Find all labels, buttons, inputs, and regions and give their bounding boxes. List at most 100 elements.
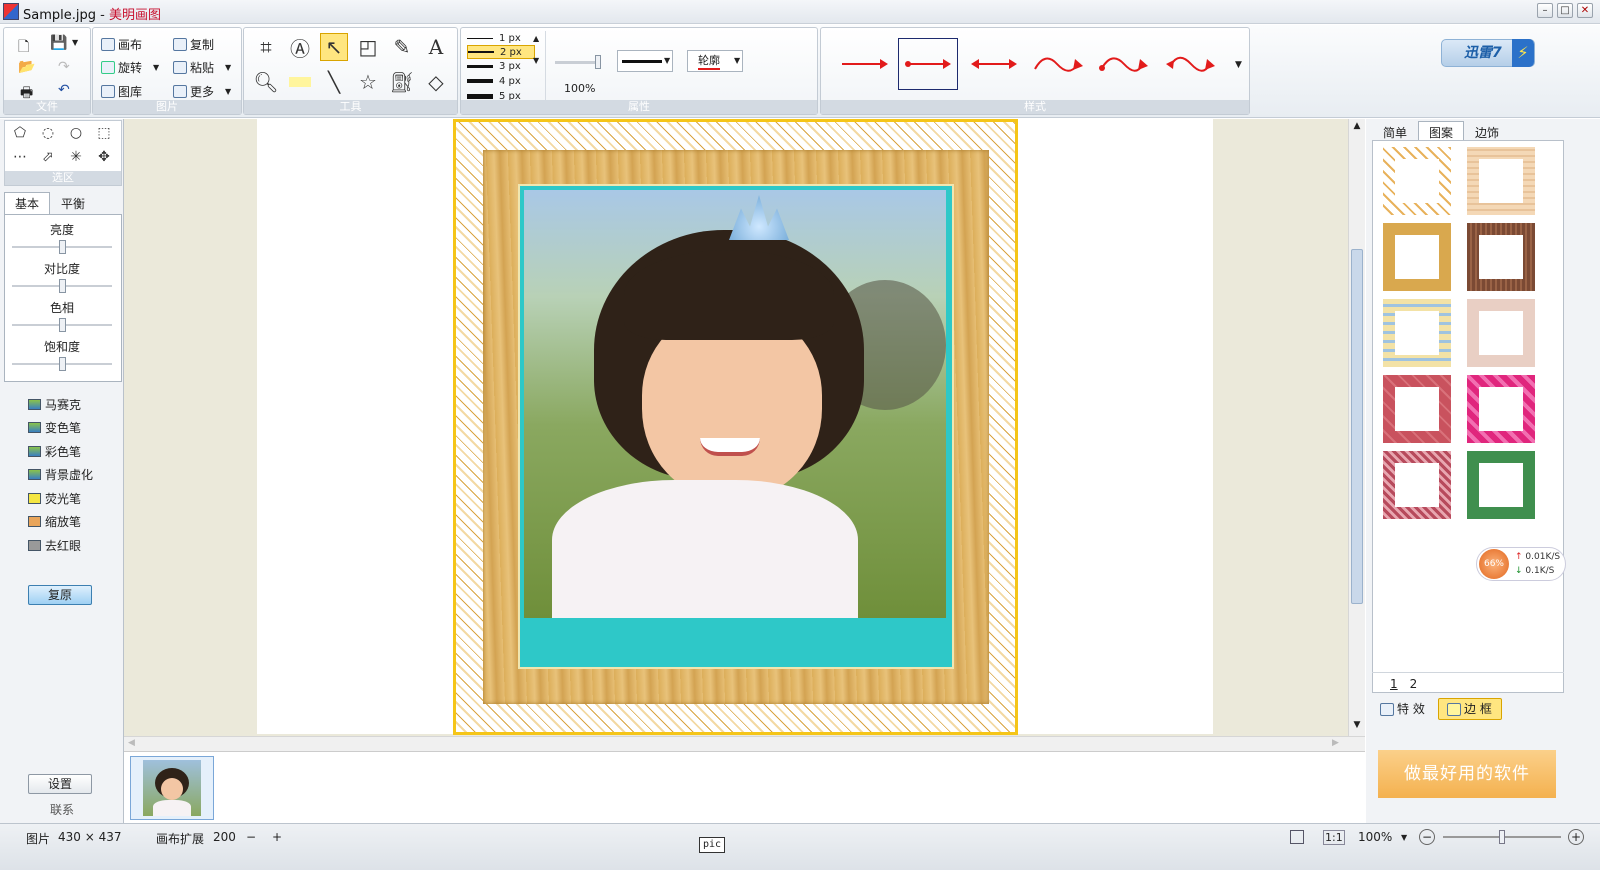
saturation-slider[interactable] [12,357,112,371]
move-icon[interactable]: ✥ [93,149,115,169]
effect-color-pen[interactable]: 彩色笔 [28,443,81,460]
frame-option-8[interactable] [1467,375,1535,443]
line-width-2[interactable]: 2 px [467,45,535,59]
actual-size-button[interactable]: 1:1 [1323,830,1345,845]
network-widget[interactable]: 66% ↑ 0.01K/S ↓ 0.1K/S [1476,547,1566,581]
brightness-slider-thumb[interactable] [58,240,66,254]
line-width-4[interactable]: 4 px [467,74,535,88]
magic-wand-icon[interactable]: ✳ [65,149,87,169]
style-wave-arrow[interactable] [1029,38,1089,90]
effect-background-blur[interactable]: 背景虚化 [28,466,93,483]
frame-option-4[interactable] [1467,223,1535,291]
fit-window-icon[interactable] [1290,830,1304,844]
zoom-level[interactable]: 100% [1358,830,1392,844]
horizontal-scrollbar[interactable]: ◀ ▶ [124,736,1365,751]
crop-icon[interactable]: ⌗ [252,33,280,61]
style-double-arrow[interactable] [964,38,1024,90]
contrast-slider-thumb[interactable] [58,279,66,293]
effect-zoom-pen[interactable]: 缩放笔 [28,513,81,530]
scroll-left-icon[interactable]: ◀ [128,738,135,748]
frame-option-10[interactable] [1467,451,1535,519]
text-bubble-icon[interactable]: Ⓐ [286,33,314,61]
zoom-in-icon[interactable]: + [1568,829,1584,845]
lasso-polygon-icon[interactable]: ⬠ [9,125,31,145]
tab-basic[interactable]: 基本 [4,192,51,215]
style-double-wave-arrow[interactable] [1161,38,1221,90]
arrow-tool-icon[interactable]: ↖ [320,33,348,61]
scroll-down-icon[interactable]: ▼ [1351,720,1363,732]
page-2[interactable]: 2 [1410,673,1418,694]
close-button[interactable]: ✕ [1577,3,1593,18]
new-file-icon[interactable]: 🗋 [18,36,29,60]
style-arrow-right[interactable] [835,38,895,90]
contact-link[interactable]: 联系 [0,801,124,818]
shape-tool-icon[interactable]: ◰ [354,33,382,61]
dotted-select-icon[interactable]: ⋯ [9,149,31,169]
redo-icon[interactable]: ↷ [58,59,70,75]
rotate-button[interactable]: 旋转 ▼ [101,59,159,76]
hue-slider-thumb[interactable] [58,318,66,332]
scroll-right-icon[interactable]: ▶ [1332,738,1339,748]
canvas-expand-plus[interactable]: + [272,830,282,844]
paint-bucket-icon[interactable]: ⛽︎ [388,68,416,96]
effects-tab[interactable]: 特 效 [1380,698,1436,720]
thumbnail-sample[interactable] [130,756,214,820]
tab-balance[interactable]: 平衡 [50,192,96,215]
zoom-out-icon[interactable]: − [1419,829,1435,845]
gallery-button[interactable]: 图库 [101,83,142,100]
frames-tab[interactable]: 边 框 [1438,698,1502,720]
line-width-1[interactable]: 1 px [467,31,535,45]
line-style-dropdown[interactable]: ▼ [617,50,673,72]
eraser-icon[interactable]: ◇ [422,68,450,96]
effect-red-eye[interactable]: 去红眼 [28,537,81,554]
vertical-scrollbar[interactable]: ▲ ▼ [1348,119,1365,736]
frame-option-6[interactable] [1467,299,1535,367]
effect-highlighter[interactable]: 荧光笔 [28,490,81,507]
brightness-slider[interactable] [12,240,112,254]
style-more-icon[interactable]: ▼ [1235,60,1242,70]
zoom-dropdown-icon[interactable]: ▼ [1401,833,1407,842]
promo-banner[interactable]: 做最好用的软件 [1378,750,1556,798]
line-width-up-icon[interactable]: ▲ [533,34,539,43]
scroll-up-icon[interactable]: ▲ [1351,121,1363,133]
outline-dropdown[interactable]: 轮廓 ▼ [687,50,743,72]
restore-button[interactable]: 复原 [28,585,92,605]
text-tool-icon[interactable]: A [422,33,450,61]
opacity-slider-thumb[interactable] [595,55,601,69]
line-tool-icon[interactable]: ╲ [320,68,348,96]
effect-color-change-pen[interactable]: 变色笔 [28,419,81,436]
canvas-expand-minus[interactable]: − [246,830,256,844]
minimize-button[interactable]: – [1537,3,1553,18]
saturation-slider-thumb[interactable] [58,357,66,371]
ellipse-select-icon[interactable]: ○ [65,125,87,145]
rect-select-icon[interactable]: ⬚ [93,125,115,145]
page-1[interactable]: 1 [1390,673,1398,694]
paste-button[interactable]: 粘贴 ▼ [173,59,231,76]
frame-option-3[interactable] [1383,223,1451,291]
xunlei-badge[interactable]: 迅雷7 ⚡ [1441,39,1535,67]
style-dot-arrow[interactable] [898,38,958,90]
effect-mosaic[interactable]: 马赛克 [28,396,81,413]
settings-button[interactable]: 设置 [28,774,92,794]
frame-option-2[interactable] [1467,147,1535,215]
undo-icon[interactable]: ↶ [58,82,70,98]
pencil-icon[interactable]: ✎ [388,33,416,61]
frame-option-9[interactable] [1383,451,1451,519]
more-button[interactable]: 更多 ▼ [173,83,231,100]
frame-option-1[interactable] [1383,147,1451,215]
star-icon[interactable]: ☆ [354,68,382,96]
hue-slider[interactable] [12,318,112,332]
frame-option-7[interactable] [1383,375,1451,443]
magic-lasso-icon[interactable]: ⬀ [37,149,59,169]
zoom-slider-thumb[interactable] [1499,830,1505,844]
copy-button[interactable]: 复制 [173,36,214,53]
contrast-slider[interactable] [12,279,112,293]
highlighter-icon[interactable] [286,68,314,96]
save-dropdown-icon[interactable]: ▼ [72,38,78,47]
line-width-down-icon[interactable]: ▼ [533,56,539,65]
line-width-3[interactable]: 3 px [467,59,535,73]
open-folder-icon[interactable]: 📂 [18,59,35,75]
style-dot-wave-arrow[interactable] [1094,38,1154,90]
magnifier-icon[interactable]: 🔍︎ [252,68,280,96]
lasso-icon[interactable]: ◌ [37,125,59,145]
